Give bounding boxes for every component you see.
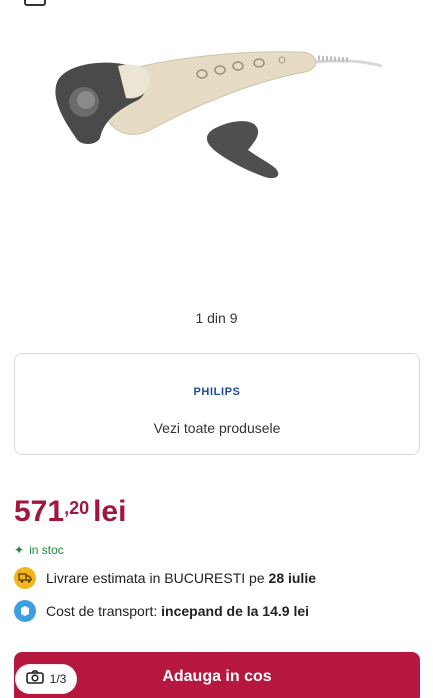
delivery-truck-icon xyxy=(14,567,36,589)
image-counter: 1 din 9 xyxy=(195,310,238,326)
shipping-box-icon xyxy=(14,600,36,622)
hair-curler-illustration xyxy=(55,51,383,179)
delivery-date: 28 iulie xyxy=(268,570,316,586)
price-integer: 571 xyxy=(14,495,65,528)
check-sparkle-icon: ✦ xyxy=(14,543,25,557)
product-image[interactable] xyxy=(0,0,433,300)
stock-label: in stoc xyxy=(29,543,64,557)
brand-logo: PHILIPS xyxy=(193,386,241,398)
view-all-products-link[interactable]: Vezi toate produsele xyxy=(15,420,419,436)
product-price: 571,20 lei xyxy=(14,497,126,527)
delivery-text: Livrare estimata in BUCURESTI pe 28 iuli… xyxy=(46,570,316,586)
stock-status: ✦ in stoc xyxy=(14,543,64,557)
delivery-estimate: Livrare estimata in BUCURESTI pe 28 iuli… xyxy=(14,567,316,589)
price-decimal: ,20 xyxy=(64,498,90,518)
shipping-value: incepand de la 14.9 lei xyxy=(161,603,310,619)
price-currency: lei xyxy=(93,495,127,528)
brand-card[interactable]: PHILIPS Vezi toate produsele xyxy=(14,353,420,455)
photo-count: 1/3 xyxy=(49,672,67,686)
shipping-cost: Cost de transport: incepand de la 14.9 l… xyxy=(14,600,309,622)
photo-gallery-pill[interactable]: 1/3 xyxy=(16,665,76,693)
shipping-text: Cost de transport: incepand de la 14.9 l… xyxy=(46,603,310,619)
camera-icon xyxy=(25,669,44,689)
